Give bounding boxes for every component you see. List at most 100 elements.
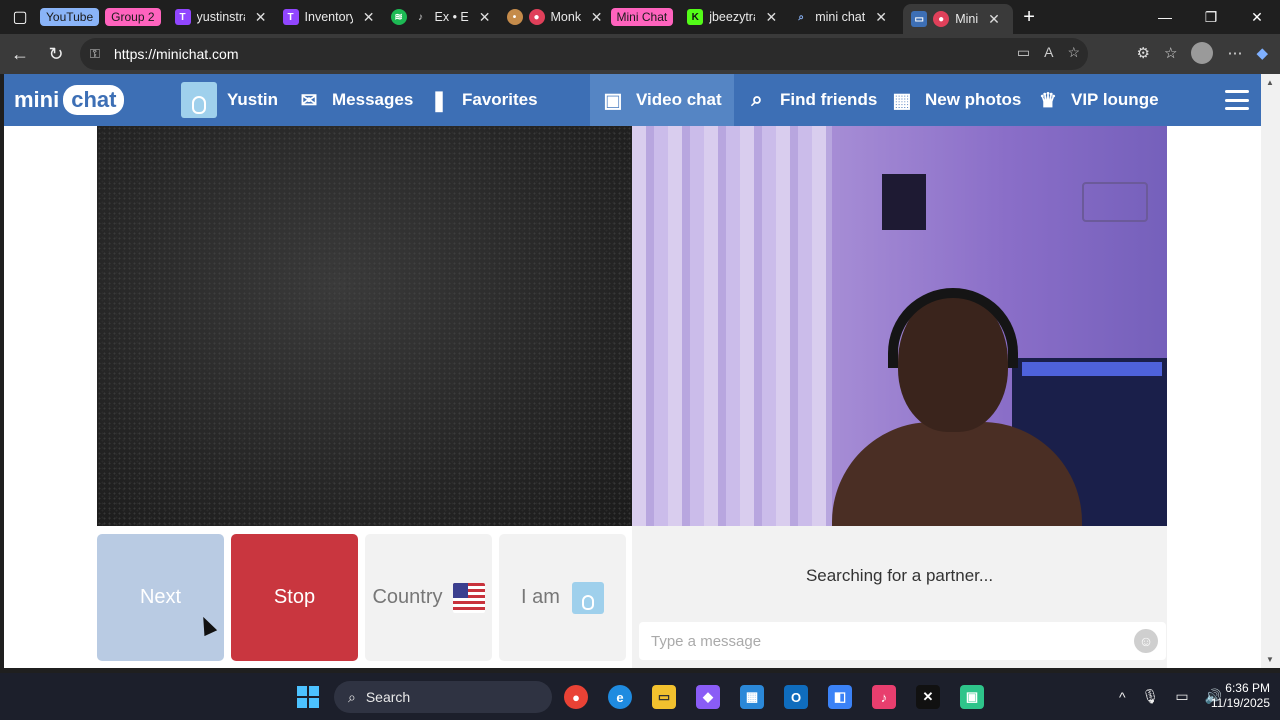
tiktok-icon[interactable]: ♪ [872,685,896,709]
tab-title: yustinstra [196,10,245,24]
minimize-icon[interactable]: — [1142,0,1188,34]
scroll-up-icon[interactable]: ▲ [1266,78,1274,87]
nav-find-friends[interactable]: ⌕ Find friends [744,74,877,126]
logo-mini: mini [14,87,60,112]
scroll-down-icon[interactable]: ▼ [1266,655,1274,664]
nav-user-profile[interactable]: Yustin [181,74,278,126]
tab-mini-chat-search[interactable]: ⌕ mini chat ✕ [785,0,903,34]
bookmark-icon: ❚ [430,89,448,112]
next-button[interactable]: Next [97,534,224,661]
video-icon[interactable]: ▭ [1017,44,1030,61]
tab-group-youtube[interactable]: YouTube [40,8,100,26]
tab-group-mini-chat[interactable]: Mini Chat [610,8,674,26]
tray-chevron-icon[interactable]: ^ [1119,689,1126,705]
close-tab-icon[interactable]: ✕ [363,9,375,26]
file-explorer-icon[interactable]: ▭ [652,685,676,709]
chrome-icon[interactable]: ● [564,685,588,709]
outlook-icon[interactable]: O [784,685,808,709]
close-tab-icon[interactable]: ✕ [988,11,1000,28]
window-controls: — ❐ ✕ [1142,0,1280,34]
country-button[interactable]: Country [365,534,492,661]
refresh-icon[interactable]: ↻ [38,38,74,70]
close-tab-icon[interactable]: ✕ [875,9,887,26]
close-tab-icon[interactable]: ✕ [255,9,267,26]
crown-icon: ♛ [1039,89,1057,112]
nav-find-friends-label: Find friends [780,90,878,109]
profile-avatar[interactable] [1191,42,1214,64]
edge-icon[interactable]: e [608,685,632,709]
network-icon[interactable]: ▭ [1175,688,1188,705]
tab-jbeezytra[interactable]: K jbeezytra ✕ [679,0,785,34]
site-info-icon[interactable]: ⚿ [90,46,100,62]
read-aloud-icon[interactable]: A [1044,44,1053,61]
minichat-logo[interactable]: mini chat [14,81,125,119]
tab-title: mini chat [815,10,866,24]
back-icon[interactable]: ← [2,38,38,70]
emoji-icon[interactable]: ☺ [1134,629,1158,653]
tab-group-2[interactable]: Group 2 [105,8,161,26]
nav-new-photos-label: New photos [925,90,1022,109]
nav-messages[interactable]: ✉ Messages [296,74,414,126]
windows-taskbar: ⌕ Search ● e ▭ ◆ ▦ O ◧ ♪ ✕ ▣ ^ 🎙 ▭ 🔊 6:3… [0,673,1280,720]
close-tab-icon[interactable]: ✕ [765,9,777,26]
tab-title: Monk [550,10,581,24]
nav-vip-lounge[interactable]: ♛ VIP lounge [1035,74,1159,126]
message-input[interactable]: Type a message ☺ [639,622,1166,660]
twitch-icon: T [282,9,299,25]
browser-toolbar: ⚙ ☆ ⋯ ◆ [1137,42,1268,64]
system-tray: ^ 🎙 ▭ 🔊 [1119,673,1222,720]
new-tab-icon[interactable]: + [1013,6,1045,29]
restore-icon[interactable]: ❐ [1188,0,1234,34]
country-label: Country [372,586,443,608]
capcut-icon[interactable]: ✕ [916,685,940,709]
extensions-icon[interactable]: ⚙ [1137,44,1150,62]
nav-video-chat[interactable]: ▣ Video chat [590,74,734,126]
envelope-icon: ✉ [300,89,318,112]
more-menu-icon[interactable]: ⋯ [1227,44,1242,62]
tab-actions-icon[interactable]: ▢ [0,0,40,34]
windows-start-icon[interactable] [296,685,320,709]
tab-spotify[interactable]: ≋ ♪ Ex • E ✕ [383,0,499,34]
streaming-app-icon[interactable]: ▣ [960,685,984,709]
self-video [632,126,1167,526]
tab-yustinstra[interactable]: T yustinstra ✕ [167,0,275,34]
url-field[interactable]: ⚿ https://minichat.com ▭ A ☆ [80,38,1088,70]
twitch-icon: T [174,9,191,25]
headset [888,288,1018,368]
clock-time: 6:36 PM [1225,681,1270,695]
url-text: https://minichat.com [114,46,239,62]
taskbar-search[interactable]: ⌕ Search [334,681,552,713]
close-window-icon[interactable]: ✕ [1234,0,1280,34]
close-tab-icon[interactable]: ✕ [479,9,491,26]
basketball-hoop [1082,182,1148,222]
speaker-icon[interactable]: ♪ [413,9,429,25]
page-scrollbar[interactable]: ▲ ▼ [1261,74,1280,668]
stop-button[interactable]: Stop [231,534,358,661]
url-actions: ▭ A ☆ [1017,44,1080,61]
hamburger-menu-icon[interactable] [1225,90,1249,110]
favorites-icon[interactable]: ☆ [1164,44,1177,62]
i-am-label: I am [521,586,560,608]
microphone-icon[interactable]: 🎙 [1142,688,1160,705]
tab-minichat-active[interactable]: ▭ ● Mini ✕ [903,4,1014,34]
store-icon[interactable]: ▦ [740,685,764,709]
taskbar-clock[interactable]: 6:36 PM 11/19/2025 [1211,681,1270,711]
close-tab-icon[interactable]: ✕ [591,9,603,26]
favorite-star-icon[interactable]: ☆ [1067,44,1080,61]
partner-video [97,126,632,526]
search-icon: ⌕ [798,11,804,23]
video-chat-icon: ▣ [603,89,623,112]
copilot-app-icon[interactable]: ◆ [696,685,720,709]
tab-monk[interactable]: • ● Monk ✕ [499,0,611,34]
clipchamp-icon[interactable]: ◧ [828,685,852,709]
gender-button[interactable]: I am [499,534,626,661]
logo-chat: chat [63,85,125,115]
nav-new-photos[interactable]: ▦ New photos [889,74,1022,126]
copilot-icon[interactable]: ◆ [1256,44,1268,62]
address-bar-row: ← ↻ ⚿ https://minichat.com ▭ A ☆ ⚙ ☆ ⋯ ◆ [0,34,1280,74]
webcam-person [832,288,1082,526]
nav-favorites[interactable]: ❚ Favorites [426,74,538,126]
tab-title: Ex • E [434,10,469,24]
chat-panel: Searching for a partner... Type a messag… [632,526,1167,668]
tab-inventory[interactable]: T Inventory ✕ [275,0,383,34]
